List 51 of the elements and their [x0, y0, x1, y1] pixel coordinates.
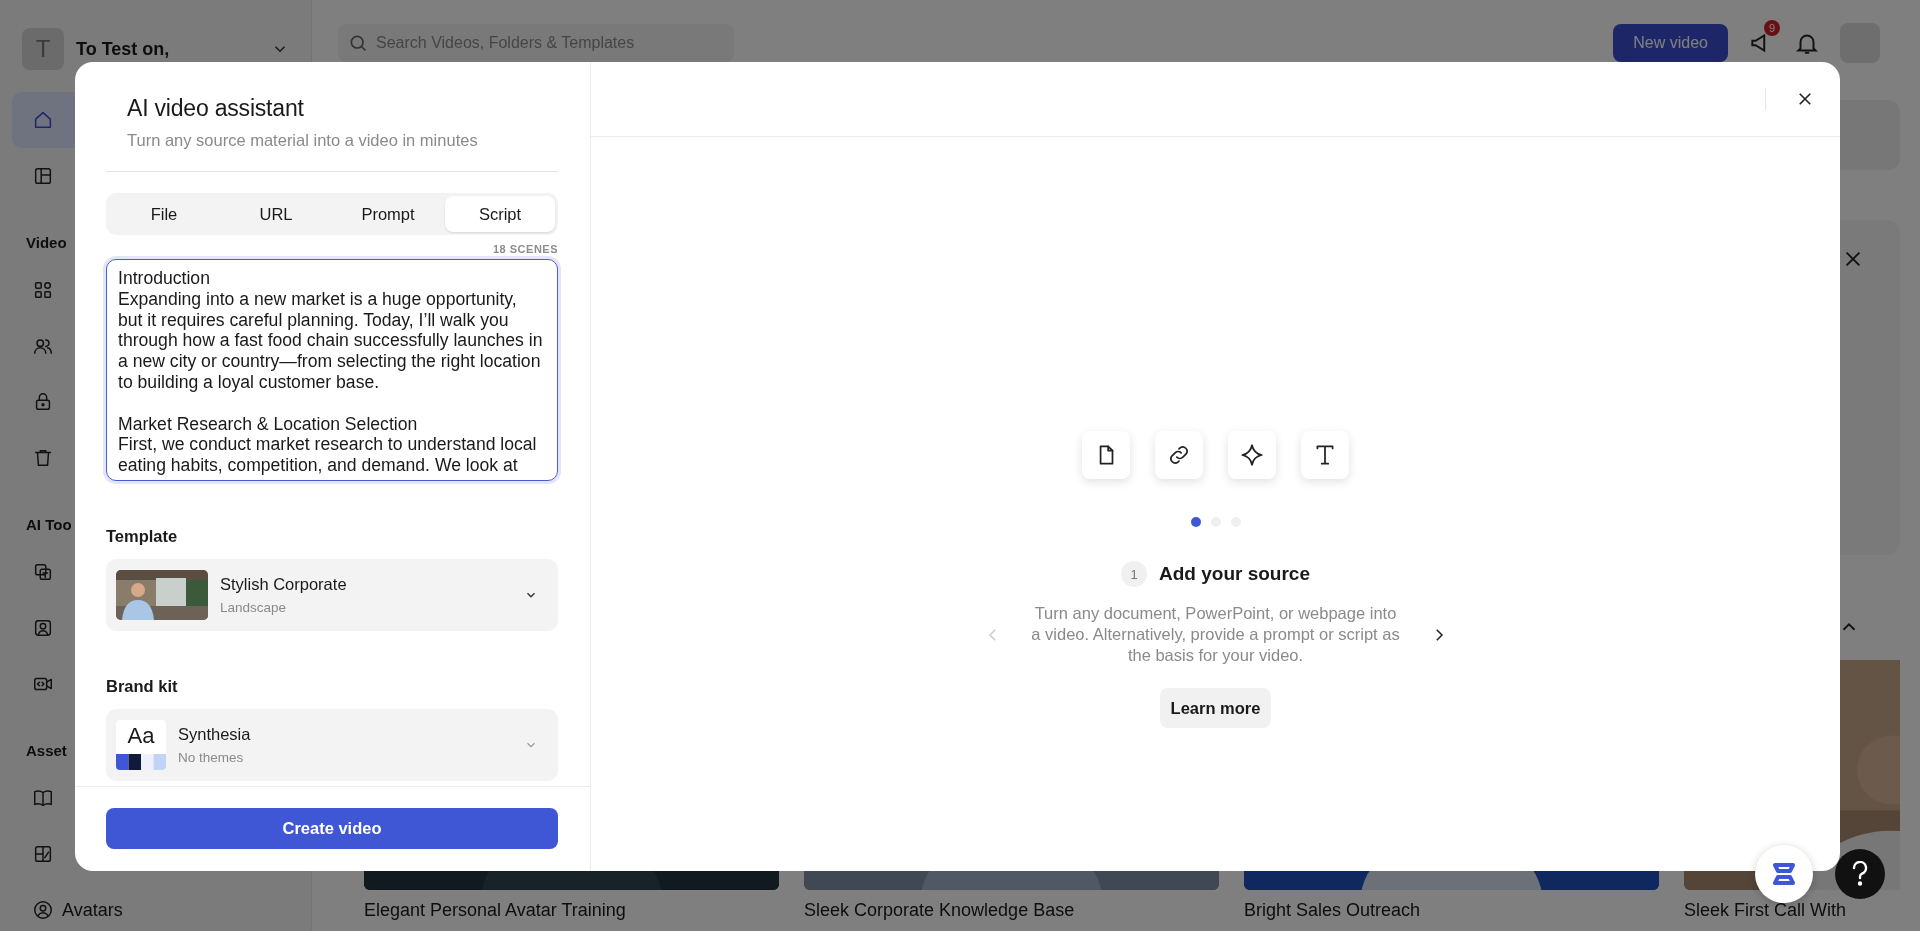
slide-dot[interactable] — [1190, 517, 1201, 527]
video-title[interactable]: Bright Sales Outreach — [1244, 900, 1659, 921]
video-title[interactable]: Sleek Corporate Knowledge Base — [804, 900, 1219, 921]
dialog-title: AI video assistant — [127, 95, 305, 122]
section-label: Asset — [26, 741, 67, 761]
source-tab[interactable]: File — [109, 196, 219, 232]
script-field[interactable]: Introduction Expanding into a new market is a huge opportunity, but it requires careful planning. Today, I’ll walk you through how a fast food chain successfully launches in a new city or country—from selecting the right location to building a loyal customer base. Market Research & Location Selection First, we conduct market research to understand local eating habits, competition, and demand. We look at — [106, 259, 558, 481]
template-format: Landscape — [220, 600, 288, 615]
step-number: 1 — [1121, 561, 1147, 587]
home-icon — [32, 109, 54, 131]
document-icon — [1082, 431, 1130, 479]
palette-icon — [32, 843, 54, 865]
scene-count: 18 SCENES — [491, 243, 558, 255]
brand-kit-name: Synthesia — [178, 725, 252, 744]
apps-icon — [32, 279, 54, 301]
video-title[interactable]: Elegant Personal Avatar Training — [364, 900, 779, 921]
source-tab[interactable]: Prompt — [333, 196, 443, 232]
learn-more-button[interactable]: Learn more — [1159, 688, 1272, 728]
brand-kit-dropdown[interactable]: Aa Synthesia No themes — [106, 709, 558, 781]
create-video-button[interactable]: Create video — [106, 808, 558, 849]
section-label: Video — [26, 233, 67, 253]
video-title[interactable]: Sleek First Call With — [1684, 900, 1900, 921]
template-name: Stylish Corporate — [220, 575, 348, 594]
workspace-name[interactable]: To Test on, — [76, 38, 259, 60]
text-icon — [1301, 431, 1349, 479]
trash-icon — [32, 447, 54, 469]
search-icon — [348, 33, 368, 53]
sidebar-item[interactable]: Avatars — [12, 882, 135, 931]
avatar-icon — [32, 899, 54, 921]
person-icon — [32, 617, 54, 639]
layout-icon — [32, 165, 54, 187]
template-dropdown[interactable]: Stylish Corporate Landscape — [106, 559, 558, 631]
link-icon — [1155, 431, 1203, 479]
template-label: Template — [106, 527, 179, 546]
new-video-button[interactable]: New video — [1613, 24, 1728, 62]
brand-kit-themes: No themes — [178, 750, 245, 765]
source-tab[interactable]: URL — [221, 196, 331, 232]
brand-kit-label: Brand kit — [106, 677, 179, 696]
source-tab[interactable]: Script — [445, 196, 555, 232]
close-icon[interactable] — [1796, 90, 1814, 108]
step-title: Add your source — [1159, 563, 1310, 585]
color-swatch-icon — [116, 754, 166, 770]
step-description: Turn any document, PowerPoint, or webpage into a video. Alternatively, provide a prompt or script as the basis for your video. — [1030, 603, 1401, 666]
notification-badge: 9 — [1764, 20, 1780, 36]
dialog-subtitle: Turn any source material into a video in minutes — [127, 131, 479, 150]
sparkle-icon — [1228, 431, 1276, 479]
book-icon — [32, 787, 54, 809]
translate-icon — [32, 561, 54, 583]
section-label: AI Too — [26, 515, 72, 535]
font-sample: Aa — [126, 722, 156, 750]
question-mark-icon — [1852, 861, 1868, 887]
